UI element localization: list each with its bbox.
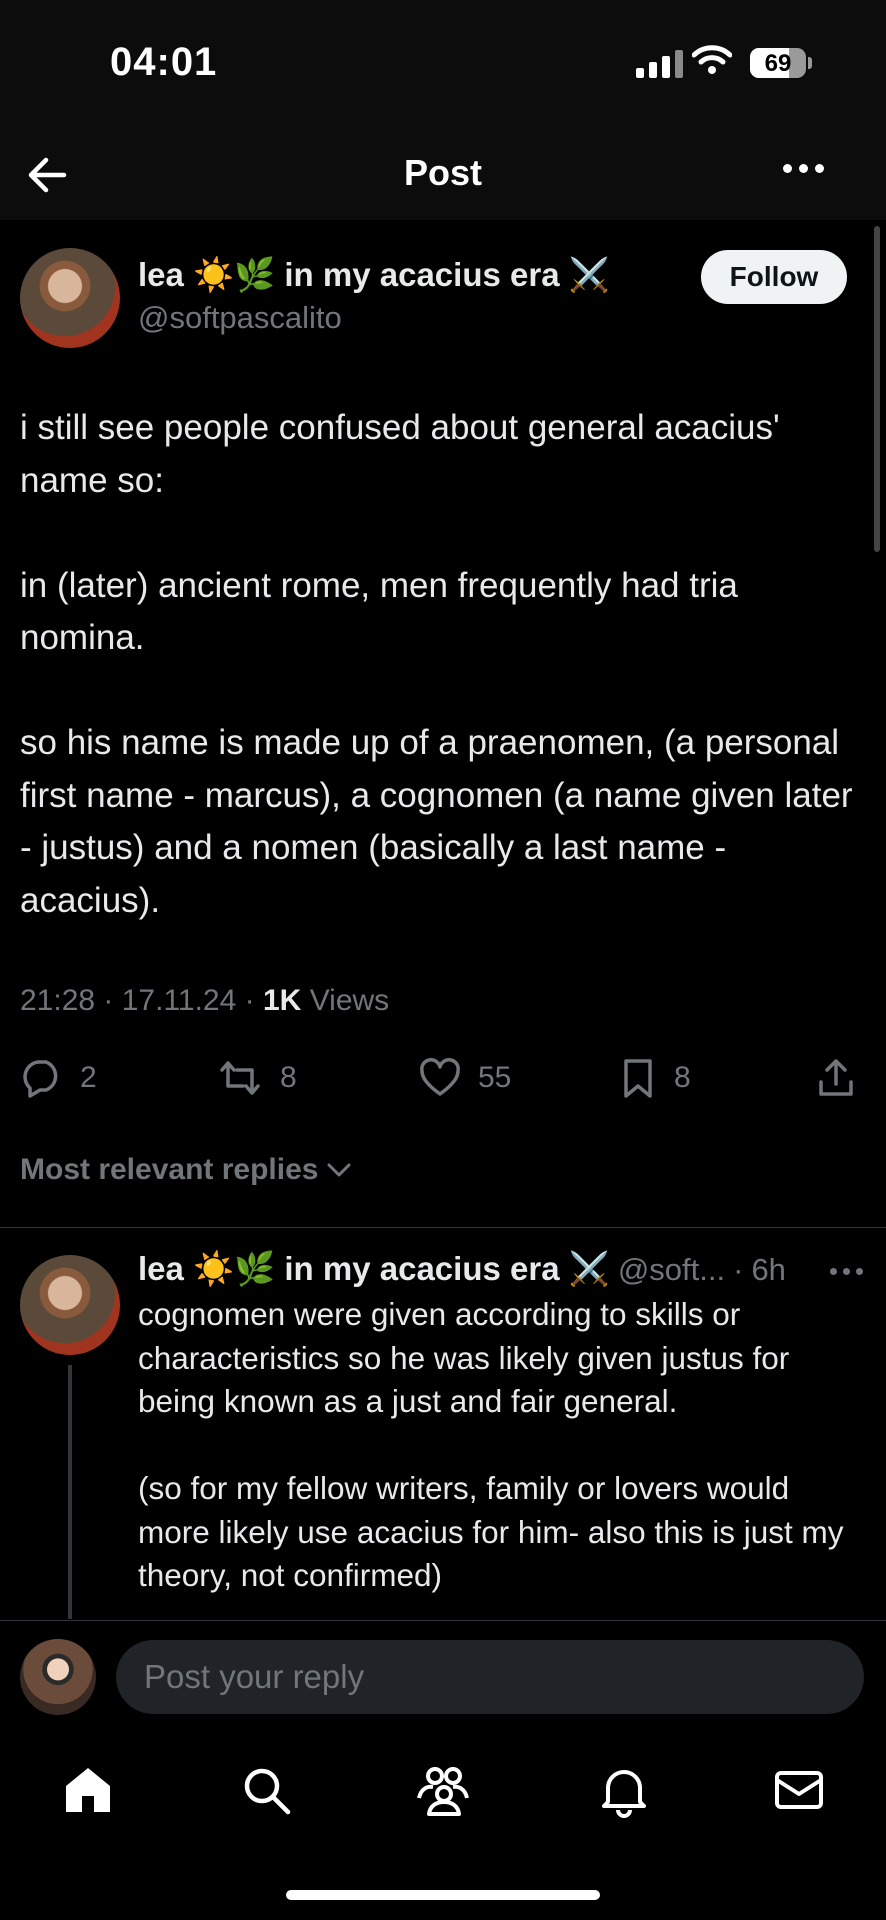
author-handle[interactable]: @softpascalito [138, 300, 342, 336]
author-display-name[interactable]: lea ☀️🌿 in my acacius era ⚔️ [138, 256, 610, 295]
mail-icon[interactable] [771, 1762, 827, 1818]
reply-handle[interactable]: @soft... [618, 1252, 725, 1288]
repost-button[interactable]: 8 [216, 1056, 297, 1100]
page-title: Post [403, 152, 482, 193]
communities-icon[interactable] [415, 1762, 471, 1818]
home-icon[interactable] [60, 1762, 116, 1818]
reply-icon [23, 1060, 58, 1098]
search-icon[interactable] [238, 1762, 294, 1818]
post-actions: 2 8 55 8 [0, 1056, 886, 1106]
replies-sort-dropdown[interactable]: Most relevant replies [20, 1153, 352, 1187]
bookmark-button[interactable]: 8 [618, 1056, 691, 1100]
bookmark-icon [624, 1059, 652, 1098]
home-indicator [286, 1890, 600, 1900]
battery-tip [808, 57, 812, 69]
chevron-down-icon [327, 1163, 351, 1177]
current-user-avatar[interactable] [20, 1639, 96, 1715]
post-paragraph: so his name is made up of a praenomen, (… [20, 723, 853, 920]
post-date: 17.11.24 [121, 984, 237, 1017]
views-count: 1K [262, 984, 302, 1017]
reply-author-avatar[interactable] [20, 1255, 120, 1355]
reply-age: 6h [751, 1252, 786, 1287]
views-label: Views [309, 984, 390, 1017]
post-time: 21:28 [20, 984, 96, 1017]
reply-more-icon[interactable] [830, 1268, 863, 1275]
divider [0, 1227, 886, 1228]
follow-button[interactable]: Follow [701, 250, 847, 304]
more-horizontal-icon[interactable] [783, 164, 824, 173]
scrollbar[interactable] [874, 226, 880, 552]
reply-button[interactable]: 2 [20, 1056, 97, 1100]
like-count: 55 [478, 1061, 512, 1094]
reply-input[interactable] [116, 1640, 864, 1714]
reply-composer [0, 1620, 886, 1733]
status-bar: 04:01 69 [0, 0, 886, 130]
reply-count: 2 [80, 1061, 97, 1094]
heart-icon [420, 1058, 460, 1096]
bell-icon[interactable] [596, 1762, 652, 1818]
share-icon[interactable] [814, 1056, 858, 1100]
post-meta: 21:28 · 17.11.24 · 1K Views [20, 984, 390, 1017]
post-paragraph: in (later) ancient rome, men frequently … [20, 565, 738, 658]
repost-count: 8 [280, 1061, 297, 1094]
reply-paragraph: cognomen were given according to skills … [138, 1296, 790, 1419]
author-avatar[interactable] [20, 248, 120, 348]
repost-icon [220, 1061, 260, 1095]
battery-percent: 69 [764, 50, 792, 77]
thread-line [68, 1365, 72, 1619]
post-text: i still see people confused about genera… [20, 402, 870, 980]
battery-icon: 69 [750, 48, 806, 78]
reply-separator: · [733, 1252, 744, 1287]
signal-icon [636, 48, 683, 78]
status-time: 04:01 [110, 40, 218, 84]
bookmark-count: 8 [674, 1061, 691, 1094]
reply-paragraph: (so for my fellow writers, family or lov… [138, 1470, 844, 1593]
reply-text: cognomen were given according to skills … [138, 1293, 858, 1641]
like-button[interactable]: 55 [418, 1056, 511, 1100]
replies-sort-label: Most relevant replies [20, 1153, 319, 1186]
wifi-icon [692, 45, 732, 74]
post-paragraph: i still see people confused about genera… [20, 408, 780, 500]
top-bar: Post [0, 130, 886, 220]
reply-header: lea ☀️🌿 in my acacius era ⚔️ @soft... · … [138, 1250, 786, 1289]
reply-display-name[interactable]: lea ☀️🌿 in my acacius era ⚔️ [138, 1250, 610, 1289]
